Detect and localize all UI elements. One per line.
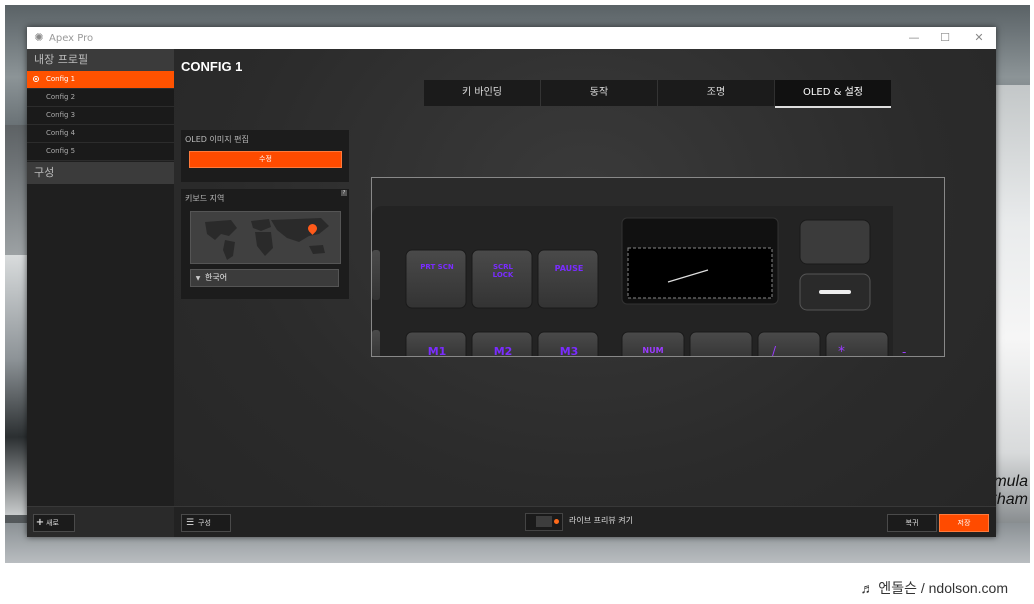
svg-text:-: - — [902, 345, 906, 356]
svg-text:*: * — [838, 344, 845, 356]
sidebar-item-config-3[interactable]: Config 3 — [27, 107, 174, 125]
keyboard-preview: / * - PRT SCN SCRL LOCK PAUSE M1 M2 M3 N… — [371, 177, 945, 357]
page-title: CONFIG 1 — [181, 59, 243, 74]
live-preview-label: 라이브 프리뷰 켜기 — [569, 516, 633, 525]
tab-key-binding[interactable]: 키 바인딩 — [424, 80, 540, 106]
bottom-toolbar: ☰ 구성 라이브 프리뷰 켜기 복귀 저장 — [174, 506, 996, 537]
help-icon[interactable]: ? — [341, 190, 347, 196]
oled-edit-panel: OLED 이미지 편집 수정 — [181, 130, 349, 182]
app-window: ✺ Apex Pro — ☐ ✕ 내장 프로필 Config 1 Config … — [27, 27, 996, 537]
oled-edit-button[interactable]: 수정 — [189, 151, 342, 168]
key-scroll-lock[interactable]: SCRL LOCK — [486, 263, 520, 279]
sidebar-item-config-5[interactable]: Config 5 — [27, 143, 174, 161]
sidebar-item-config-1[interactable]: Config 1 — [27, 71, 174, 89]
site-credit: ♬ 엔돌슨 / ndolson.com — [860, 580, 1008, 596]
tab-illumination[interactable]: 조명 — [658, 80, 774, 106]
live-preview-toggle[interactable] — [525, 513, 563, 531]
steelseries-logo-icon: ✺ — [34, 31, 44, 44]
window-title: Apex Pro — [49, 32, 94, 44]
tab-bar: 키 바인딩 동작 조명 OLED & 설정 — [424, 80, 892, 108]
chevron-down-icon: ▼ — [195, 275, 201, 282]
tab-oled-settings[interactable]: OLED & 설정 — [775, 80, 891, 108]
key-pause[interactable]: PAUSE — [550, 264, 588, 273]
toggle-knob — [536, 516, 552, 527]
configurations-section-header[interactable]: 구성 — [27, 162, 174, 184]
close-button[interactable]: ✕ — [962, 27, 996, 49]
tab-actions[interactable]: 동작 — [541, 80, 657, 106]
oled-edit-label: OLED 이미지 편집 — [185, 135, 249, 144]
save-button[interactable]: 저장 — [939, 514, 989, 532]
new-config-button[interactable]: + 새로 — [33, 514, 75, 532]
key-m3[interactable]: M3 — [556, 345, 582, 356]
world-map-graphic — [191, 212, 340, 263]
sidebar-footer: + 새로 — [27, 506, 174, 537]
list-icon: ☰ — [185, 518, 195, 528]
keyboard-region-label: 키보드 지역 — [185, 194, 225, 203]
revert-button[interactable]: 복귀 — [887, 514, 937, 532]
status-led-icon — [554, 519, 559, 524]
onboard-profiles-header: 내장 프로필 — [27, 49, 174, 71]
key-m2[interactable]: M2 — [490, 345, 516, 356]
region-select[interactable]: ▼ 한국어 — [190, 269, 339, 287]
keyboard-region-panel: 키보드 지역 ? ▼ 한국어 — [181, 189, 349, 299]
active-indicator-icon — [33, 76, 39, 82]
plus-icon: + — [35, 517, 45, 528]
keyboard-preview-graphic: / * - — [372, 206, 944, 356]
minimize-button[interactable]: — — [897, 27, 931, 49]
maximize-button[interactable]: ☐ — [928, 27, 962, 49]
sidebar-item-config-4[interactable]: Config 4 — [27, 125, 174, 143]
title-bar: ✺ Apex Pro — ☐ ✕ — [27, 27, 996, 49]
key-prt-scn[interactable]: PRT SCN — [420, 263, 454, 271]
key-m1[interactable]: M1 — [424, 345, 450, 356]
profile-sidebar: 내장 프로필 Config 1 Config 2 Config 3 Config… — [27, 49, 174, 537]
key-num-lock[interactable]: NUM — [638, 346, 668, 355]
world-map[interactable] — [190, 211, 341, 264]
main-content: CONFIG 1 키 바인딩 동작 조명 OLED & 설정 OLED 이미지 … — [174, 49, 996, 537]
configurations-button[interactable]: ☰ 구성 — [181, 514, 231, 532]
sidebar-item-config-2[interactable]: Config 2 — [27, 89, 174, 107]
